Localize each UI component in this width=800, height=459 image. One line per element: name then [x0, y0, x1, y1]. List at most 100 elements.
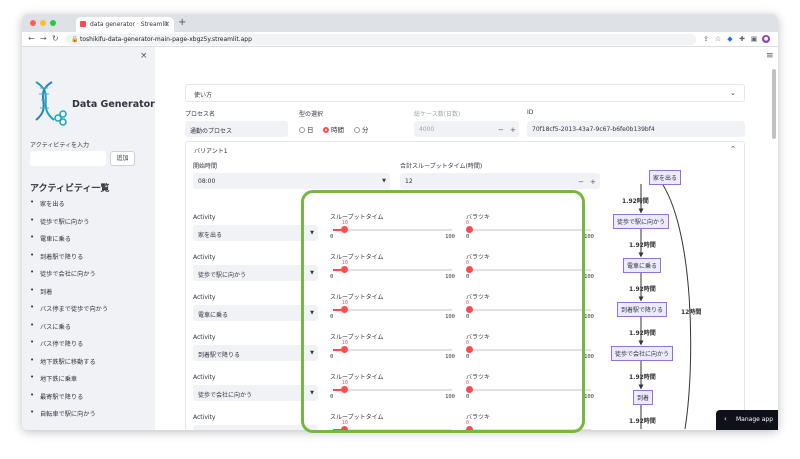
- sidebar: × Data Generator アクティビティを入力 追加 アクティビティ一覧…: [22, 47, 155, 430]
- activity-label: Activity: [193, 334, 216, 341]
- radio-minute[interactable]: 分: [354, 124, 369, 134]
- start-time-select[interactable]: 08:00 ▼: [193, 173, 390, 189]
- bookmark-star-icon[interactable]: ☆: [714, 35, 722, 43]
- activity-list: 家を出る 徒歩で駅に向かう 電車に乗る 到着駅で降りる 徒歩で会社に向かう 到着…: [30, 198, 108, 427]
- list-item: 到着: [30, 286, 108, 305]
- activity-select[interactable]: 徒歩で駅に向かう ▼: [193, 265, 318, 281]
- chevron-left-icon: ‹: [724, 415, 727, 423]
- profile-avatar[interactable]: ●: [762, 35, 770, 43]
- decrement-button[interactable]: −: [578, 178, 584, 186]
- sidebar-toggle-icon[interactable]: ▣: [750, 35, 758, 43]
- list-item: 徒歩で駅に向かう: [30, 216, 108, 235]
- activity-select[interactable]: 電車に乗る ▼: [193, 305, 318, 321]
- activity-select-value: 徒歩で駅に向かう: [198, 272, 247, 279]
- increment-button[interactable]: +: [510, 126, 516, 134]
- flow-node: 到着駅で降りる: [617, 302, 668, 317]
- cases-input[interactable]: 4000 − +: [414, 121, 519, 137]
- activity-select-value: 到着駅で降りる: [198, 352, 241, 359]
- radio-day[interactable]: 日: [299, 124, 314, 134]
- list-item: 到着駅で降りる: [30, 251, 108, 270]
- activity-label: Activity: [193, 294, 216, 301]
- slider-highlight-frame: [301, 190, 585, 433]
- id-label: ID: [527, 109, 534, 116]
- menu-icon[interactable]: ≡: [766, 51, 774, 61]
- activity-input[interactable]: [30, 151, 106, 166]
- close-sidebar-icon[interactable]: ×: [140, 51, 148, 61]
- browser-tab[interactable]: data generator · Streamlit ×: [76, 17, 174, 32]
- cases-label: 総ケース数(日数): [414, 111, 461, 118]
- activity-label: Activity: [193, 374, 216, 381]
- dna-logo-icon: [35, 81, 67, 126]
- reload-icon[interactable]: ↻: [52, 34, 59, 43]
- forward-icon[interactable]: →: [40, 34, 47, 43]
- flow-edge-label: 1.92時間: [629, 242, 656, 249]
- url-field[interactable]: 🔒 toshikifu-data-generator-main-page-xbg…: [66, 34, 696, 45]
- activity-select[interactable]: 徒歩で会社に向かう ▼: [193, 385, 318, 401]
- dropdown-arrow-icon: ▼: [382, 178, 386, 184]
- cases-value: 4000: [419, 126, 435, 133]
- scrollbar[interactable]: [772, 69, 776, 139]
- flow-node: 徒歩で会社に向かう: [611, 346, 674, 361]
- lock-icon: 🔒: [71, 36, 79, 43]
- close-tab-icon[interactable]: ×: [164, 20, 170, 28]
- flow-edge-label: 1.92時間: [629, 418, 656, 425]
- back-icon[interactable]: ←: [28, 34, 35, 43]
- activity-select[interactable]: 家を出る ▼: [193, 225, 318, 241]
- list-item: 家を出る: [30, 198, 108, 217]
- radio-hour[interactable]: 時間: [323, 124, 344, 134]
- activity-select-value: 電車に乗る: [198, 312, 229, 319]
- flow-node: 到着: [633, 390, 654, 405]
- id-input[interactable]: 70f18cf5-2013-43a7-9c67-b6fe0b139bf4: [527, 121, 745, 137]
- flow-edge-label: 1.92時間: [622, 198, 649, 205]
- process-flow-diagram: 家を出る 1.92時間 徒歩で駅に向かう 1.92時間 電車に乗る 1.92時間…: [585, 167, 715, 429]
- type-label: 型の選択: [299, 111, 324, 118]
- radio-circle-selected: [323, 127, 329, 133]
- start-time-value: 08:00: [198, 178, 216, 185]
- list-item: 地下鉄に乗車: [30, 373, 108, 392]
- flow-edge-label: 1.92時間: [629, 286, 656, 293]
- total-throughput-input[interactable]: 12 − +: [400, 173, 600, 189]
- chevron-up-icon[interactable]: ⌃: [730, 145, 736, 153]
- puzzle-icon[interactable]: ✚: [738, 35, 746, 43]
- start-time-label: 開始時間: [193, 163, 218, 170]
- activity-input-label: アクティビティを入力: [30, 142, 89, 149]
- usage-expander[interactable]: 使い方 ⌄: [185, 84, 745, 102]
- share-icon[interactable]: ⇪: [702, 35, 710, 43]
- chevron-down-icon: ⌄: [730, 89, 736, 97]
- flow-node: 電車に乗る: [623, 258, 662, 273]
- new-tab-icon[interactable]: +: [178, 17, 186, 28]
- list-item: バスに乗る: [30, 321, 108, 340]
- minimize-window-dot[interactable]: [40, 20, 46, 26]
- tab-bar: data generator · Streamlit × +: [22, 14, 778, 32]
- activity-select-value: 徒歩で会社に向かう: [198, 392, 253, 399]
- list-item: 自転車で駅に向かう: [30, 408, 108, 427]
- list-item: バス停で降りる: [30, 338, 108, 357]
- flow-total-label: 12時間: [681, 309, 702, 316]
- extension-icon[interactable]: ◆: [726, 35, 734, 43]
- maximize-window-dot[interactable]: [50, 20, 56, 26]
- activity-select[interactable]: 到着▼: [193, 425, 318, 430]
- activity-select[interactable]: 到着駅で降りる ▼: [193, 345, 318, 361]
- activity-select-value: 家を出る: [198, 232, 223, 239]
- streamlit-favicon-icon: [80, 21, 86, 27]
- flow-edge-label: 1.92時間: [629, 330, 656, 337]
- manage-app-button[interactable]: ‹ Manage app: [716, 410, 778, 430]
- flow-node: 徒歩で駅に向かう: [613, 214, 670, 229]
- variant-label: バリアント1: [194, 148, 228, 155]
- decrement-button[interactable]: −: [498, 126, 504, 134]
- radio-label: 日: [307, 126, 314, 134]
- process-name-label: プロセス名: [185, 111, 216, 118]
- activity-list-title: アクティビティ一覧: [30, 184, 110, 194]
- tab-title: data generator · Streamlit: [90, 21, 169, 28]
- manage-app-label: Manage app: [736, 416, 774, 423]
- address-bar: ← → ↻ 🔒 toshikifu-data-generator-main-pa…: [22, 32, 778, 47]
- total-throughput-value: 12: [405, 178, 413, 185]
- process-name-input[interactable]: 通勤のプロセス: [185, 121, 288, 137]
- activity-label: Activity: [193, 214, 216, 221]
- list-item: 電車に乗る: [30, 233, 108, 252]
- radio-label: 分: [362, 126, 369, 134]
- close-window-dot[interactable]: [30, 20, 36, 26]
- radio-label: 時間: [331, 126, 344, 134]
- add-button[interactable]: 追加: [110, 151, 135, 166]
- activity-label: Activity: [193, 414, 216, 421]
